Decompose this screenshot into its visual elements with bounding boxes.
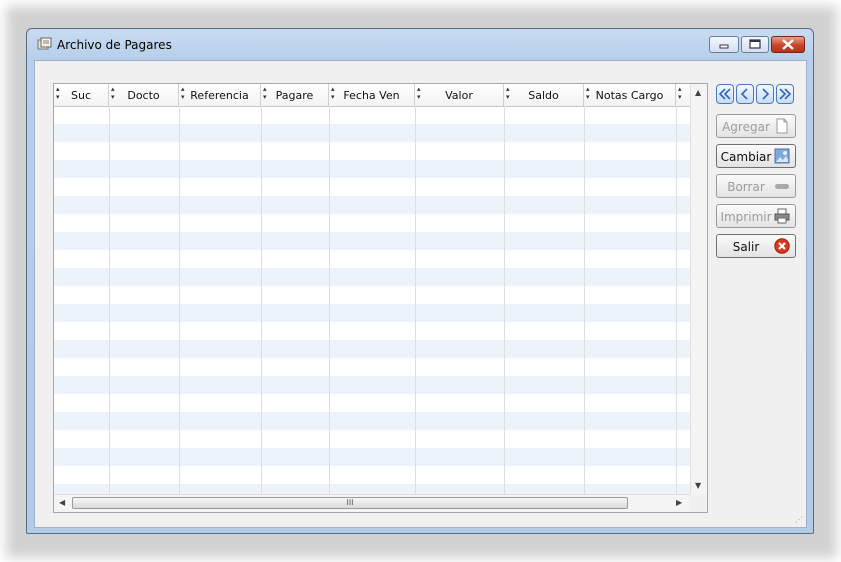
table-row[interactable]	[54, 178, 690, 196]
table-row[interactable]	[54, 466, 690, 484]
table-row[interactable]	[54, 322, 690, 340]
table-row[interactable]	[54, 448, 690, 466]
previous-icon	[740, 88, 748, 100]
column-header-pagare[interactable]: ▴ ▾ Pagare	[261, 84, 329, 106]
table-row[interactable]	[54, 196, 690, 214]
scroll-down-icon[interactable]: ▼	[695, 481, 701, 490]
column-header-saldo[interactable]: ▴ ▾ Saldo	[504, 84, 584, 106]
maximize-icon	[749, 39, 761, 49]
main-window: Archivo de Pagares ▴ ▾ Suc ▴ ▾ Docto ▴ ▾ Refer…	[26, 28, 814, 534]
table-row[interactable]	[54, 124, 690, 142]
column-divider	[261, 106, 262, 494]
sort-icon: ▴ ▾	[506, 85, 510, 101]
column-divider	[415, 106, 416, 494]
new-document-icon	[776, 118, 788, 134]
column-header-valor[interactable]: ▴ ▾ Valor	[415, 84, 504, 106]
table-row[interactable]	[54, 358, 690, 376]
table-row[interactable]	[54, 214, 690, 232]
table-row[interactable]	[54, 304, 690, 322]
table-row[interactable]	[54, 430, 690, 448]
column-header-referencia[interactable]: ▴ ▾ Referencia	[179, 84, 261, 106]
next-record-button[interactable]	[756, 84, 774, 104]
next-icon	[762, 88, 770, 100]
table-row[interactable]	[54, 286, 690, 304]
first-icon	[718, 88, 731, 100]
column-header-suc[interactable]: ▴ ▾ Suc	[54, 84, 109, 106]
salir-button[interactable]: Salir	[716, 234, 796, 258]
column-divider	[329, 106, 330, 494]
table-row[interactable]	[54, 412, 690, 430]
scroll-right-icon[interactable]: ▶	[676, 498, 682, 507]
column-divider	[109, 106, 110, 494]
table-body	[54, 106, 690, 494]
minimize-icon	[719, 44, 729, 49]
table-row[interactable]	[54, 340, 690, 358]
minimize-button[interactable]	[709, 36, 739, 53]
column-divider	[584, 106, 585, 494]
minus-icon	[775, 184, 789, 189]
last-icon	[779, 88, 792, 100]
table-row[interactable]	[54, 484, 690, 494]
table-row[interactable]	[54, 232, 690, 250]
close-button[interactable]	[771, 36, 805, 53]
imprimir-button[interactable]: Imprimir	[716, 204, 796, 228]
table-row[interactable]	[54, 106, 690, 124]
scrollbar-corner	[690, 494, 707, 512]
window-title: Archivo de Pagares	[57, 38, 172, 52]
column-divider	[179, 106, 180, 494]
sort-icon: ▴ ▾	[56, 85, 60, 101]
printer-icon	[774, 208, 790, 224]
table-row[interactable]	[54, 142, 690, 160]
agregar-button[interactable]: Agregar	[716, 114, 796, 138]
app-icon	[37, 37, 53, 51]
horizontal-scrollbar[interactable]: ◀ III ▶	[54, 494, 690, 512]
pagares-table[interactable]: ▴ ▾ Suc ▴ ▾ Docto ▴ ▾ Referencia ▴ ▾ Pagare ▴ ▾ Fe…	[53, 83, 708, 513]
borrar-button[interactable]: Borrar	[716, 174, 796, 198]
sort-icon: ▴ ▾	[111, 85, 115, 101]
sort-icon: ▴ ▾	[417, 85, 421, 101]
column-divider	[504, 106, 505, 494]
vertical-scrollbar[interactable]: ▲ ▼	[690, 84, 707, 494]
cambiar-button[interactable]: Cambiar	[716, 144, 796, 168]
table-row[interactable]	[54, 250, 690, 268]
resize-grip-icon[interactable]: ⋰	[795, 515, 803, 524]
table-row[interactable]	[54, 376, 690, 394]
column-header-overflow[interactable]: ▴ ▾	[676, 84, 690, 106]
table-row[interactable]	[54, 160, 690, 178]
title-bar[interactable]: Archivo de Pagares	[27, 29, 813, 59]
edit-image-icon	[774, 148, 790, 164]
scroll-left-icon[interactable]: ◀	[59, 498, 65, 507]
table-header: ▴ ▾ Suc ▴ ▾ Docto ▴ ▾ Referencia ▴ ▾ Pagare ▴ ▾ Fe…	[54, 84, 690, 107]
scroll-up-icon[interactable]: ▲	[695, 88, 701, 97]
sort-icon: ▴ ▾	[678, 85, 682, 101]
last-record-button[interactable]	[776, 84, 794, 104]
sort-icon: ▴ ▾	[263, 85, 267, 101]
column-divider	[676, 106, 677, 494]
sort-icon: ▴ ▾	[586, 85, 590, 101]
table-row[interactable]	[54, 268, 690, 286]
previous-record-button[interactable]	[736, 84, 754, 104]
sort-icon: ▴ ▾	[181, 85, 185, 101]
scroll-grip: III	[346, 498, 354, 507]
first-record-button[interactable]	[716, 84, 734, 104]
column-header-docto[interactable]: ▴ ▾ Docto	[109, 84, 179, 106]
close-icon	[782, 39, 794, 50]
sort-icon: ▴ ▾	[331, 85, 335, 101]
column-header-fecha-ven[interactable]: ▴ ▾ Fecha Ven	[329, 84, 415, 106]
maximize-button[interactable]	[741, 36, 769, 53]
client-area: ▴ ▾ Suc ▴ ▾ Docto ▴ ▾ Referencia ▴ ▾ Pagare ▴ ▾ Fe…	[34, 60, 807, 528]
exit-icon	[774, 238, 790, 254]
column-header-notas-cargo[interactable]: ▴ ▾ Notas Cargo	[584, 84, 676, 106]
horizontal-scroll-thumb[interactable]: III	[72, 497, 628, 509]
table-row[interactable]	[54, 394, 690, 412]
